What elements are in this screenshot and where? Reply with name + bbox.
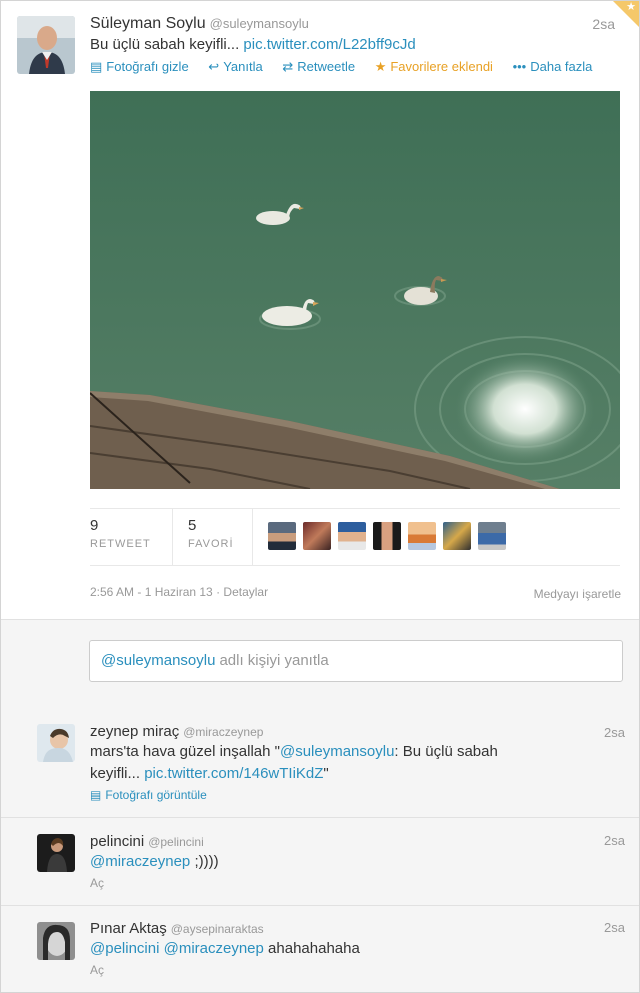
reply-author-line[interactable]: pelincini @pelincini [90, 833, 204, 851]
avatar[interactable] [338, 522, 366, 550]
tweet-timestamp: 2:56 AM - 1 Haziran 13 [90, 585, 213, 599]
avatar[interactable] [37, 834, 75, 872]
reply-text: @miraczeynep ;)))) [90, 853, 219, 870]
reply-text-part: ahahahahaha [268, 940, 360, 957]
reply-text: @pelincini @miraczeynep ahahahahaha [90, 940, 360, 957]
reply-time[interactable]: 2sa [604, 833, 625, 848]
avatar[interactable] [268, 522, 296, 550]
reply-author-handle[interactable]: @aysepinaraktas [171, 922, 264, 936]
star-icon: ★ [374, 59, 387, 74]
avatar[interactable] [37, 724, 75, 762]
favorite-stat[interactable]: 5 FAVORİ [188, 517, 234, 550]
avatar[interactable] [373, 522, 401, 550]
reply-author-line[interactable]: Pınar Aktaş @aysepinaraktas [90, 920, 264, 938]
author-line[interactable]: Süleyman Soylu @suleymansoylu [90, 15, 309, 33]
retweet-icon: ⇄ [282, 59, 294, 74]
hide-photo-label: Fotoğrafı gizle [106, 59, 189, 74]
avatar[interactable] [37, 922, 75, 960]
tweet-meta: 2:56 AM - 1 Haziran 13 · Detaylar [90, 585, 268, 599]
favorite-label: Favorilere eklendi [390, 59, 493, 74]
reply-author-line[interactable]: zeynep miraç @miraczeynep [90, 723, 263, 741]
tweet-photo-link[interactable]: pic.twitter.com/L22bff9cJd [243, 36, 415, 53]
favorite-count: 5 [188, 517, 197, 534]
ellipsis-icon: ••• [512, 59, 527, 74]
hide-photo-button[interactable]: ▤ Fotoğrafı gizle [90, 59, 189, 74]
retweet-button[interactable]: ⇄ Retweetle [282, 59, 355, 74]
tweet-permalink-frame: ★ Süleyman Soylu @suleymansoylu 2sa Bu üç… [0, 0, 640, 993]
avatar[interactable] [17, 16, 75, 74]
open-link[interactable]: Aç [90, 876, 104, 890]
list-item[interactable]: Pınar Aktaş @aysepinaraktas 2sa @pelincin… [1, 906, 639, 992]
favorite-button[interactable]: ★ Favorilere eklendi [375, 59, 493, 74]
flag-media-link[interactable]: Medyayı işaretle [534, 587, 621, 601]
reply-text-part: ;)))) [194, 853, 219, 870]
reply-placeholder: adlı kişiyi yanıtla [219, 652, 329, 669]
list-item[interactable]: zeynep miraç @miraczeynep 2sa mars'ta hav… [1, 704, 639, 818]
avatar[interactable] [303, 522, 331, 550]
reply-text-part: : Bu üçlü sabah [394, 743, 498, 760]
view-photo-label: Fotoğrafı görüntüle [105, 788, 207, 802]
tweet-time[interactable]: 2sa [592, 16, 615, 32]
reply-button[interactable]: ↩ Yanıtla [208, 59, 262, 74]
reply-mention-link[interactable]: @pelincini [90, 940, 159, 957]
tweet-text: Bu üçlü sabah keyifli... pic.twitter.com… [90, 36, 416, 53]
reply-text-part: mars'ta hava güzel inşallah " [90, 743, 280, 760]
view-photo-button[interactable]: ▤ Fotoğrafı görüntüle [90, 788, 207, 802]
avatar[interactable] [443, 522, 471, 550]
retweet-stat[interactable]: 9 RETWEET [90, 517, 151, 550]
reply-mention: @suleymansoylu [101, 652, 216, 669]
open-link[interactable]: Aç [90, 963, 104, 977]
tweet-actions: ▤ Fotoğrafı gizle ↩ Yanıtla ⇄ Retweetle ★ Fa… [90, 59, 608, 75]
reply-text-part: " [323, 765, 329, 782]
tweet-photo[interactable] [90, 91, 620, 489]
more-label: Daha fazla [530, 59, 593, 74]
reply-mention-link[interactable]: @suleymansoylu [280, 743, 394, 760]
reply-author-handle[interactable]: @pelincini [148, 835, 204, 849]
retweet-count: 9 [90, 517, 99, 534]
reply-photo-link[interactable]: pic.twitter.com/146wTIiKdZ [144, 765, 323, 782]
reply-area: @suleymansoylu adlı kişiyi yanıtla [1, 619, 639, 705]
avatar[interactable] [478, 522, 506, 550]
avatar[interactable] [408, 522, 436, 550]
reply-author-name[interactable]: pelincini [90, 833, 144, 850]
tweet-stats: 9 RETWEET 5 FAVORİ [90, 508, 620, 566]
photo-icon: ▤ [90, 59, 103, 74]
reply-author-handle[interactable]: @miraczeynep [183, 725, 263, 739]
reply-icon: ↩ [208, 59, 220, 74]
reply-input[interactable]: @suleymansoylu adlı kişiyi yanıtla [89, 640, 623, 682]
reply-time[interactable]: 2sa [604, 725, 625, 740]
reply-author-name[interactable]: Pınar Aktaş [90, 920, 167, 937]
author-name[interactable]: Süleyman Soylu [90, 15, 206, 32]
more-button[interactable]: ••• Daha fazla [513, 59, 593, 74]
stat-divider [252, 509, 253, 565]
photo-icon: ▤ [90, 788, 102, 802]
reply-mention-link[interactable]: @miraczeynep [164, 940, 264, 957]
tweet-text-body: Bu üçlü sabah keyifli... [90, 36, 240, 53]
list-item[interactable]: pelincini @pelincini 2sa @miraczeynep ;))… [1, 818, 639, 906]
reply-label: Yanıtla [223, 59, 263, 74]
reply-mention-link[interactable]: @miraczeynep [90, 853, 190, 870]
reply-text: mars'ta hava güzel inşallah "@suleymanso… [90, 743, 498, 760]
author-handle[interactable]: @suleymansoylu [210, 16, 309, 31]
details-link[interactable]: Detaylar [223, 585, 268, 599]
stat-divider [172, 509, 173, 565]
favorite-stat-label: FAVORİ [188, 538, 234, 550]
reply-time[interactable]: 2sa [604, 920, 625, 935]
reply-author-name[interactable]: zeynep miraç [90, 723, 179, 740]
retweet-label: Retweetle [297, 59, 356, 74]
reply-text-part: keyifli... [90, 765, 145, 782]
star-icon: ★ [626, 1, 636, 13]
favoriters-avatars [268, 522, 513, 550]
retweet-stat-label: RETWEET [90, 538, 151, 550]
reply-text-line2: keyifli... pic.twitter.com/146wTIiKdZ" [90, 765, 329, 782]
